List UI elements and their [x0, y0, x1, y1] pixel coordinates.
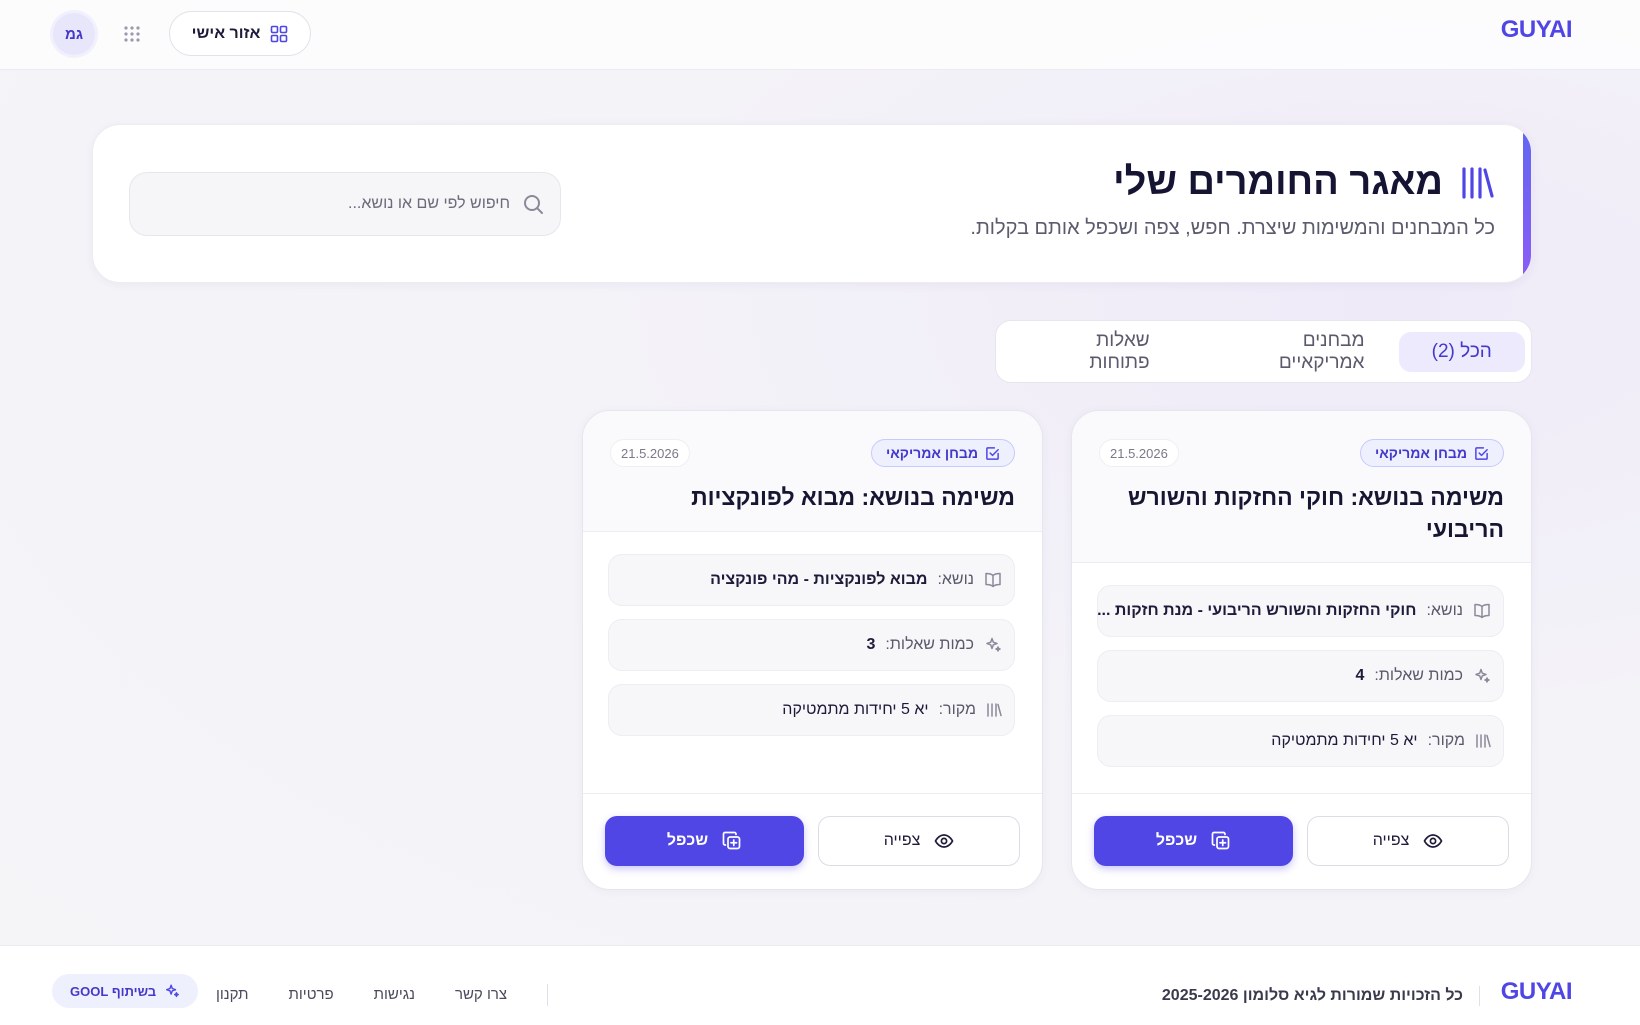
card-title: משימה בנושא: חוקי החזקות והשורש הריבועי	[1128, 484, 1504, 542]
view-button[interactable]: צפייה	[818, 816, 1020, 866]
footer-link-accessibility[interactable]: נגישות	[374, 984, 415, 1006]
source-label: מקור:	[938, 701, 976, 718]
topic-value: מבוא לפונקציות - מהי פונקציה	[710, 571, 928, 588]
tab-all[interactable]: הכל (2)	[1398, 331, 1525, 372]
hero-accent-bar	[1523, 131, 1531, 278]
page-subtitle: כל המבחנים והמשימות שיצרת. חפש, צפה ושכפ…	[970, 217, 1495, 239]
question-count-row: כמות שאלות: 4	[1097, 650, 1504, 702]
topic-value: חוקי החזקות והשורש הריבועי - מנת חזקות .…	[1097, 602, 1417, 619]
partner-badge[interactable]: בשיתוף GOOL	[52, 974, 199, 1008]
personal-area-label: אזור אישי	[191, 24, 261, 42]
view-button-label: צפייה	[883, 832, 921, 849]
filter-tabs: הכל (2) מבחנים אמריקאיים שאלות פתוחות	[995, 320, 1532, 383]
brand-logo[interactable]: GUYAI	[1501, 16, 1573, 44]
eye-icon	[1423, 831, 1443, 851]
sparkles-icon	[984, 636, 1002, 654]
type-badge-label: מבחן אמריקאי	[886, 445, 978, 461]
topic-label: נושא:	[1426, 602, 1463, 619]
top-header: GUYAI גמ אזור אישי	[0, 0, 1640, 70]
footer-link-privacy[interactable]: פרטיות	[289, 984, 334, 1006]
apps-grid-icon	[123, 25, 141, 43]
card-actions: צפייה שכפל	[1072, 793, 1531, 889]
sparkles-icon	[1473, 667, 1491, 685]
dashboard-grid-icon	[270, 25, 288, 43]
card-title: משימה בנושא: מבוא לפונקציות	[691, 484, 1015, 510]
personal-area-button[interactable]: אזור אישי	[169, 11, 311, 56]
card-date: 21.5.2026	[1099, 439, 1179, 467]
source-row: מקור: יא 5 יחידות מתמטיקה	[1097, 715, 1504, 767]
footer-link-contact[interactable]: צרו קשר	[455, 984, 507, 1006]
type-badge-label: מבחן אמריקאי	[1375, 445, 1467, 461]
library-icon	[1475, 733, 1491, 749]
source-label: מקור:	[1427, 732, 1465, 749]
type-badge: מבחן אמריקאי	[871, 439, 1015, 467]
eye-icon	[934, 831, 954, 851]
library-icon	[986, 702, 1002, 718]
view-button[interactable]: צפייה	[1307, 816, 1509, 866]
question-count-value: 3	[866, 636, 876, 653]
library-hero-panel: מאגר החומרים שלי כל המבחנים והמשימות שיצ…	[92, 124, 1532, 283]
question-count-label: כמות שאלות:	[1374, 667, 1463, 684]
card-actions: צפייה שכפל	[583, 793, 1042, 889]
source-value: יא 5 יחידות מתמטיקה	[782, 701, 929, 718]
footer-links: צרו קשר נגישות פרטיות תקנון	[216, 984, 549, 1006]
material-card: מבחן אמריקאי 21.5.2026 משימה בנושא: מבוא…	[582, 410, 1043, 890]
type-badge: מבחן אמריקאי	[1360, 439, 1504, 467]
sparkles-icon	[164, 983, 180, 999]
check-square-icon	[985, 446, 1000, 461]
topic-label: נושא:	[937, 571, 974, 588]
footer-link-terms[interactable]: תקנון	[216, 984, 249, 1006]
user-avatar[interactable]: גמ	[53, 13, 95, 55]
copy-plus-icon	[722, 831, 742, 851]
card-header: מבחן אמריקאי 21.5.2026 משימה בנושא: חוקי…	[1072, 411, 1531, 563]
topic-row: נושא: מבוא לפונקציות - מהי פונקציה	[608, 554, 1015, 606]
copy-plus-icon	[1211, 831, 1231, 851]
question-count-value: 4	[1355, 667, 1365, 684]
check-square-icon	[1474, 446, 1489, 461]
search-input[interactable]	[130, 195, 510, 213]
material-card: מבחן אמריקאי 21.5.2026 משימה בנושא: חוקי…	[1071, 410, 1532, 890]
view-button-label: צפייה	[1372, 832, 1410, 849]
tab-open-questions[interactable]: שאלות פתוחות	[1002, 330, 1180, 373]
apps-menu-button[interactable]	[120, 22, 144, 46]
search-box[interactable]	[129, 172, 561, 236]
question-count-label: כמות שאלות:	[885, 636, 974, 653]
library-icon	[1459, 165, 1495, 201]
card-header: מבחן אמריקאי 21.5.2026 משימה בנושא: מבוא…	[583, 411, 1042, 532]
page-title: מאגר החומרים שלי	[1113, 161, 1495, 204]
duplicate-button-label: שכפל	[666, 832, 709, 849]
source-row: מקור: יא 5 יחידות מתמטיקה	[608, 684, 1015, 736]
site-footer: GUYAI כל הזכויות שמורות לגיא סלומון 2025…	[0, 945, 1640, 1025]
search-icon	[522, 193, 544, 215]
card-date: 21.5.2026	[610, 439, 690, 467]
page-title-text: מאגר החומרים שלי	[1113, 161, 1443, 203]
duplicate-button[interactable]: שכפל	[1094, 816, 1293, 866]
partner-badge-label: בשיתוף GOOL	[70, 983, 157, 999]
source-value: יא 5 יחידות מתמטיקה	[1271, 732, 1418, 749]
tab-american-tests[interactable]: מבחנים אמריקאיים	[1184, 330, 1395, 373]
book-icon	[984, 571, 1002, 589]
duplicate-button[interactable]: שכפל	[605, 816, 804, 866]
footer-brand-logo[interactable]: GUYAI	[1501, 978, 1573, 1006]
duplicate-button-label: שכפל	[1155, 832, 1198, 849]
book-icon	[1473, 602, 1491, 620]
topic-row: נושא: חוקי החזקות והשורש הריבועי - מנת ח…	[1097, 585, 1504, 637]
question-count-row: כמות שאלות: 3	[608, 619, 1015, 671]
footer-copyright: כל הזכויות שמורות לגיא סלומון 2025-2026	[1162, 986, 1480, 1006]
